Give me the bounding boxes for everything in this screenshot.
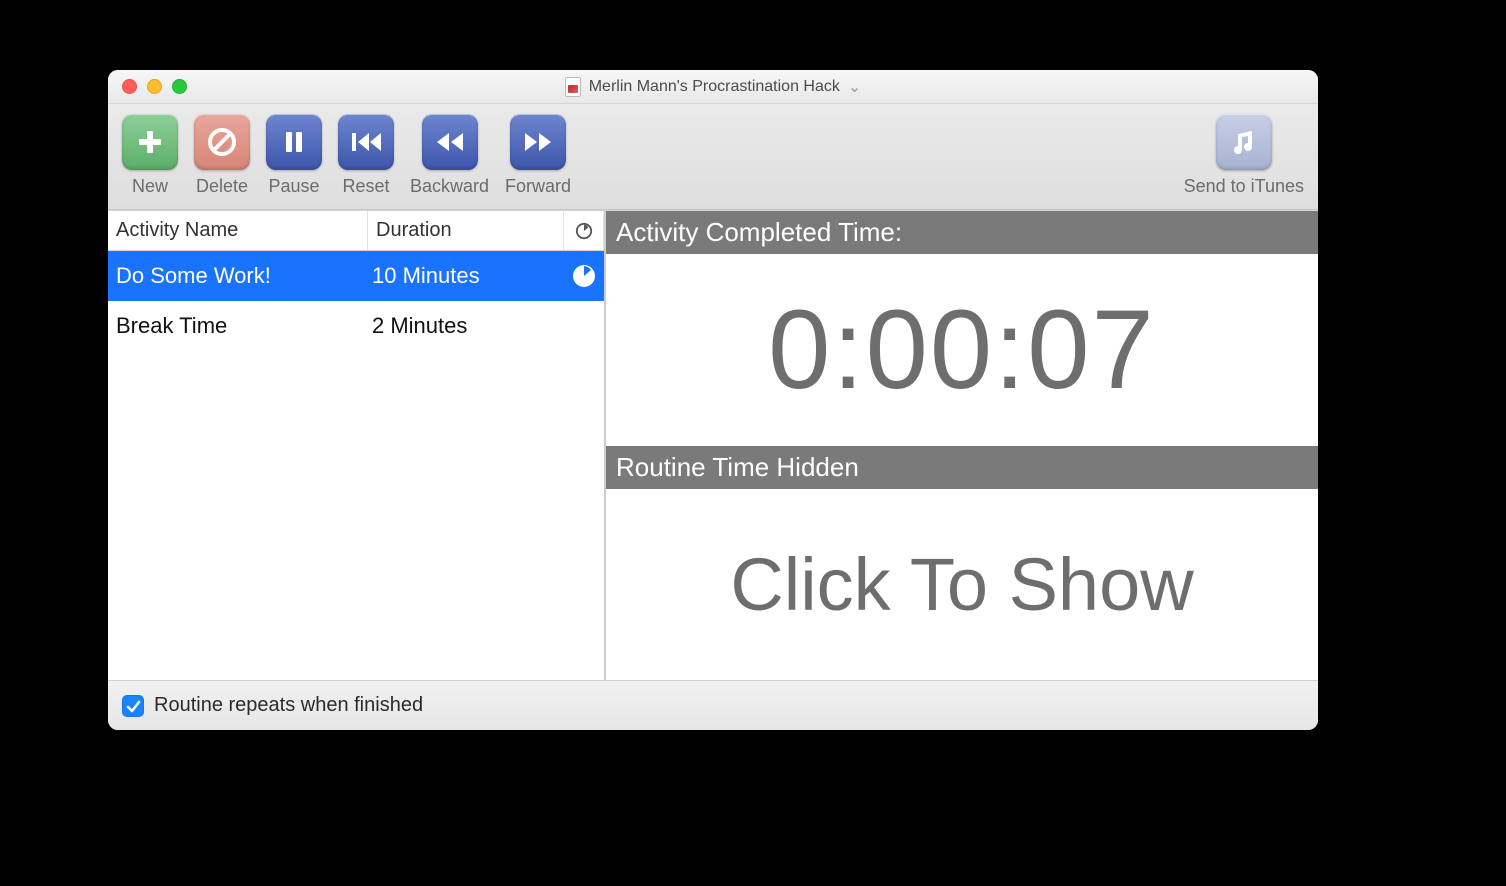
footer: Routine repeats when finished <box>108 680 1318 730</box>
window-title: Merlin Mann's Procrastination Hack <box>589 78 840 96</box>
app-window: Merlin Mann's Procrastination Hack ⌄ New <box>108 70 1318 730</box>
minimize-window-button[interactable] <box>147 79 162 94</box>
delete-label: Delete <box>196 176 248 197</box>
cell-activity-name: Break Time <box>108 313 368 339</box>
document-icon <box>565 77 581 97</box>
pause-button[interactable] <box>266 114 322 170</box>
table-row[interactable]: Do Some Work! 10 Minutes <box>108 251 604 301</box>
reset-button-wrap: Reset <box>338 114 394 197</box>
reset-button[interactable] <box>338 114 394 170</box>
window-controls <box>122 79 187 94</box>
fast-forward-icon <box>521 128 555 156</box>
forward-button-wrap: Forward <box>505 114 571 197</box>
repeat-label: Routine repeats when finished <box>154 694 423 717</box>
title-center[interactable]: Merlin Mann's Procrastination Hack ⌄ <box>108 77 1318 97</box>
checkmark-icon <box>125 698 141 714</box>
backward-button-wrap: Backward <box>410 114 489 197</box>
new-button[interactable] <box>122 114 178 170</box>
titlebar[interactable]: Merlin Mann's Procrastination Hack ⌄ <box>108 70 1318 104</box>
delete-button-wrap: Delete <box>194 114 250 197</box>
send-to-itunes-button[interactable] <box>1216 114 1272 170</box>
column-status[interactable] <box>564 211 604 250</box>
no-entry-icon <box>206 126 238 158</box>
new-button-wrap: New <box>122 114 178 197</box>
activity-list-panel: Activity Name Duration Do Some Work! 10 … <box>108 211 606 680</box>
pause-button-wrap: Pause <box>266 114 322 197</box>
skip-back-icon <box>349 128 383 156</box>
send-to-itunes-label: Send to iTunes <box>1184 176 1304 197</box>
cell-status <box>564 263 604 289</box>
forward-button[interactable] <box>510 114 566 170</box>
timer-panel: Activity Completed Time: 0:00:07 Routine… <box>606 211 1318 680</box>
cell-duration: 10 Minutes <box>368 263 564 289</box>
table-rows: Do Some Work! 10 Minutes Break Time 2 Mi… <box>108 251 604 680</box>
column-activity-name[interactable]: Activity Name <box>108 211 368 250</box>
backward-button[interactable] <box>422 114 478 170</box>
pause-label: Pause <box>268 176 319 197</box>
forward-label: Forward <box>505 176 571 197</box>
active-clock-icon <box>571 263 597 289</box>
routine-time-value: Click To Show <box>730 542 1193 627</box>
backward-label: Backward <box>410 176 489 197</box>
close-window-button[interactable] <box>122 79 137 94</box>
plus-icon <box>135 127 165 157</box>
music-note-icon <box>1228 126 1260 158</box>
cell-activity-name: Do Some Work! <box>108 263 368 289</box>
reset-label: Reset <box>342 176 389 197</box>
clock-icon <box>575 222 593 240</box>
rewind-icon <box>433 128 467 156</box>
cell-duration: 2 Minutes <box>368 313 564 339</box>
activity-time-display[interactable]: 0:00:07 <box>606 254 1318 446</box>
zoom-window-button[interactable] <box>172 79 187 94</box>
table-row[interactable]: Break Time 2 Minutes <box>108 301 604 351</box>
content-area: Activity Name Duration Do Some Work! 10 … <box>108 210 1318 680</box>
chevron-down-icon: ⌄ <box>848 77 861 97</box>
routine-time-label: Routine Time Hidden <box>606 446 1318 489</box>
column-duration[interactable]: Duration <box>368 211 564 250</box>
cell-status <box>564 316 604 336</box>
send-to-itunes-wrap: Send to iTunes <box>1184 114 1304 197</box>
activity-time-value: 0:00:07 <box>768 285 1156 414</box>
table-header: Activity Name Duration <box>108 211 604 251</box>
delete-button[interactable] <box>194 114 250 170</box>
pause-icon <box>280 128 308 156</box>
new-label: New <box>132 176 168 197</box>
toolbar: New Delete Pause <box>108 104 1318 210</box>
routine-time-display[interactable]: Click To Show <box>606 489 1318 681</box>
repeat-checkbox[interactable] <box>122 695 144 717</box>
activity-time-label: Activity Completed Time: <box>606 211 1318 254</box>
